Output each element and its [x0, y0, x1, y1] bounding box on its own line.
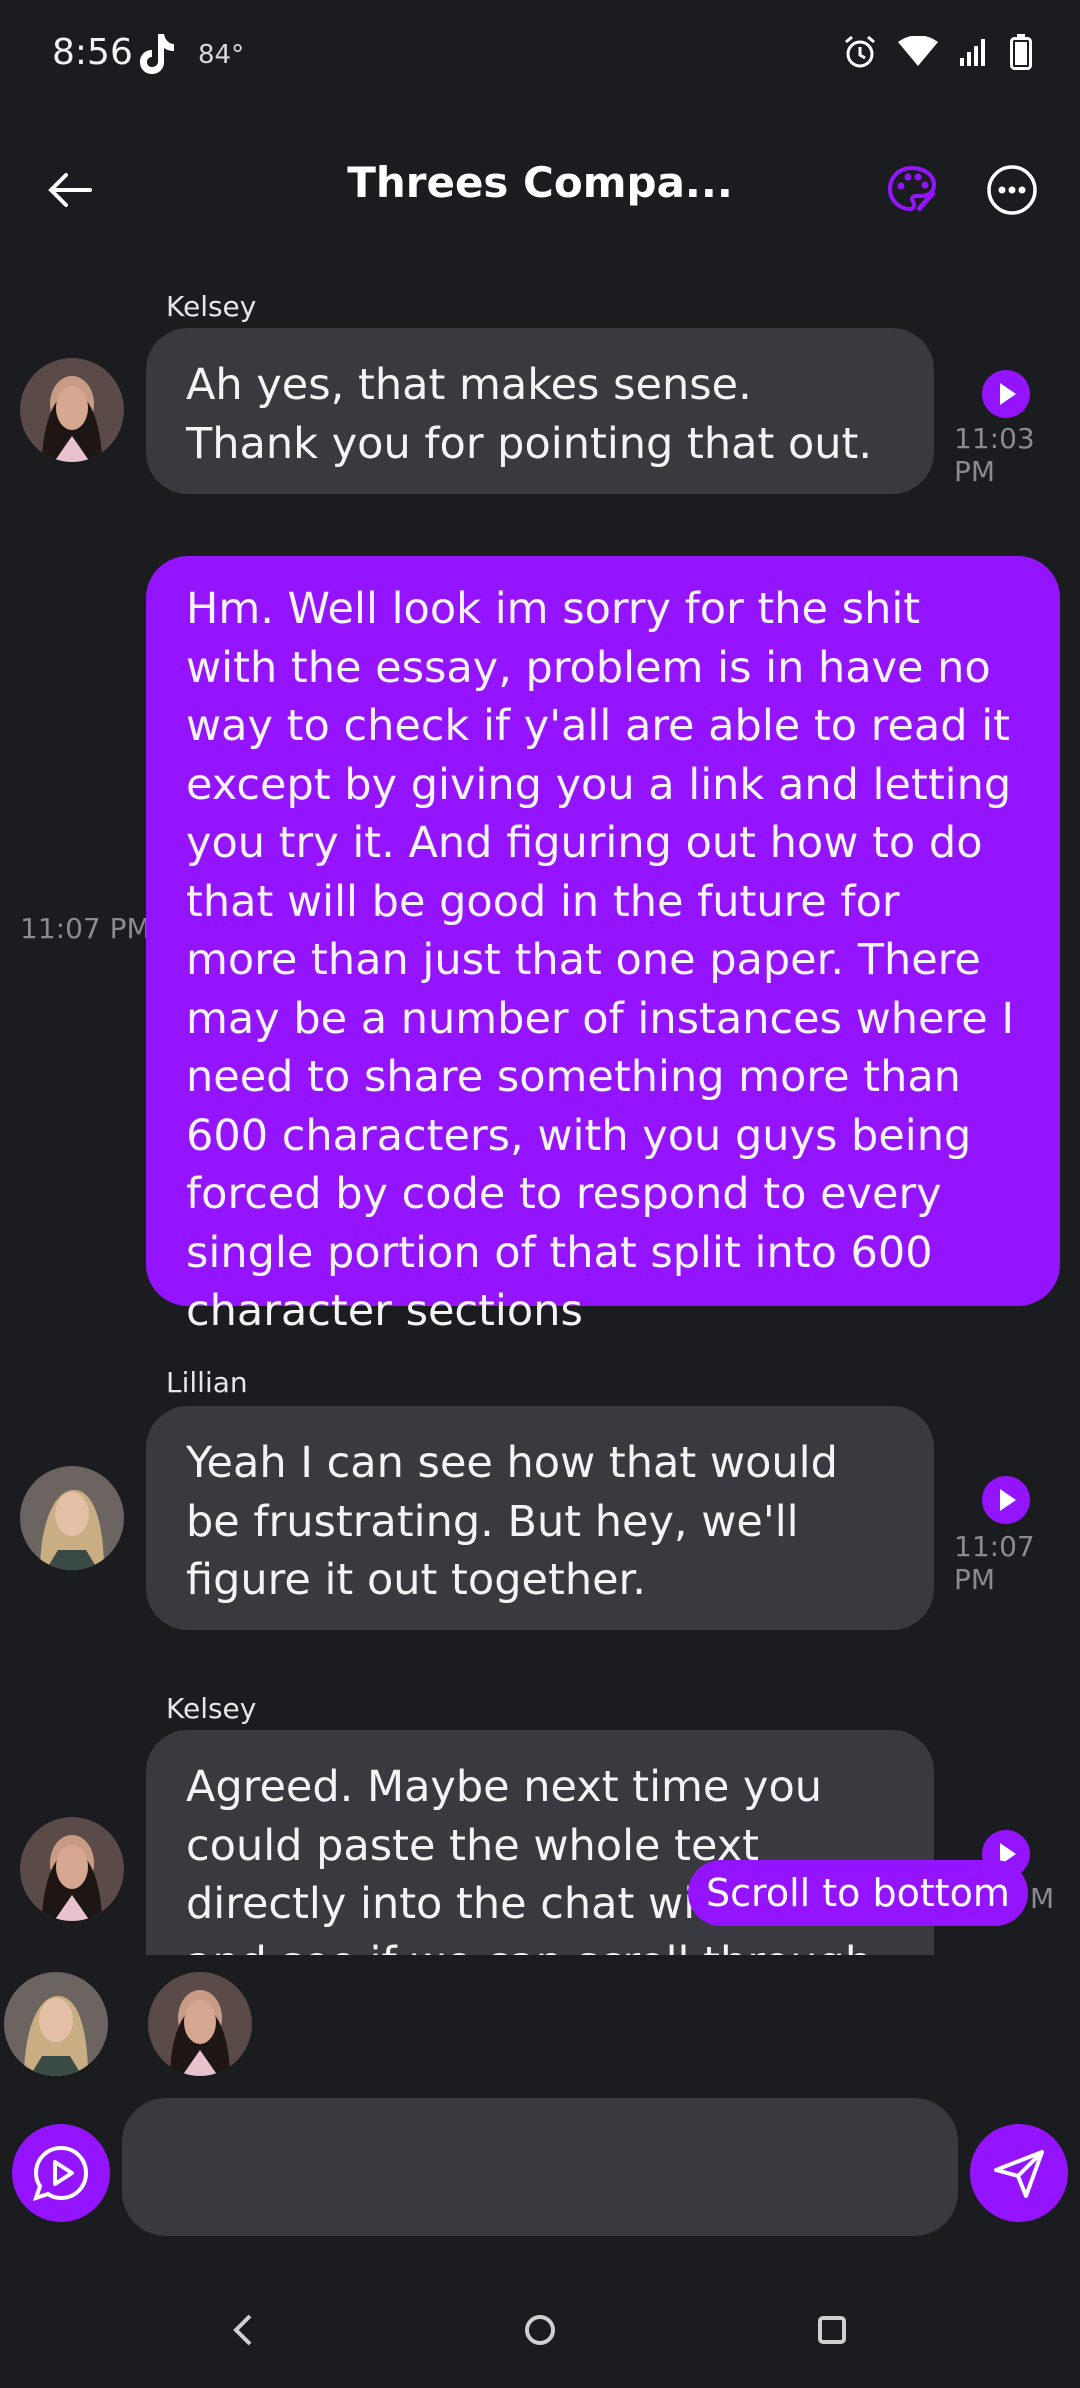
participant-avatar-kelsey[interactable]	[148, 1972, 252, 2076]
message-time: 11:03 PM	[954, 422, 1035, 488]
message-bubble[interactable]: Ah yes, that makes sense. Thank you for …	[146, 328, 934, 494]
play-audio-icon[interactable]	[982, 1476, 1030, 1524]
play-audio-icon[interactable]	[982, 370, 1030, 418]
sender-name: Kelsey	[166, 290, 257, 323]
chat-header: Threes Compa...	[0, 150, 1080, 230]
send-button[interactable]	[970, 2124, 1068, 2222]
message-bubble-outgoing[interactable]: Hm. Well look im sorry for the shit with…	[146, 556, 1060, 1336]
message-input[interactable]	[122, 2098, 958, 2236]
status-bar: 8:56 84°	[0, 0, 1080, 110]
battery-icon	[1010, 34, 1032, 74]
nav-home-icon[interactable]	[522, 2312, 558, 2352]
message-time: 11:07 PM	[954, 1530, 1035, 1596]
system-nav-bar	[0, 2290, 1080, 2370]
voice-chat-icon	[32, 2145, 89, 2202]
participant-avatar-lillian[interactable]	[4, 1972, 108, 2076]
temperature: 84°	[198, 40, 245, 70]
tiktok-icon	[136, 30, 176, 78]
scroll-to-bottom-button[interactable]: Scroll to bottom	[688, 1860, 1028, 1926]
palette-icon[interactable]	[884, 162, 940, 222]
signal-icon	[958, 36, 990, 72]
nav-recents-icon[interactable]	[814, 2312, 850, 2352]
more-options-icon[interactable]	[984, 162, 1040, 222]
status-time: 8:56	[52, 32, 133, 73]
alarm-icon	[842, 34, 878, 74]
message-time: 11:07 PM	[20, 912, 151, 945]
wifi-icon	[898, 35, 938, 72]
voice-chat-button[interactable]	[12, 2124, 110, 2222]
back-arrow-icon[interactable]	[40, 160, 100, 220]
avatar-kelsey[interactable]	[20, 358, 124, 462]
nav-back-icon[interactable]	[226, 2312, 260, 2352]
avatar-lillian[interactable]	[20, 1466, 124, 1570]
send-icon	[994, 2150, 1044, 2198]
avatar-kelsey[interactable]	[20, 1817, 124, 1921]
message-bubble[interactable]: Yeah I can see how that would be frustra…	[146, 1406, 934, 1630]
sender-name: Kelsey	[166, 1692, 257, 1725]
chat-title: Threes Compa...	[347, 158, 733, 207]
sender-name: Lillian	[166, 1366, 248, 1399]
message-time: M	[1030, 1882, 1055, 1915]
